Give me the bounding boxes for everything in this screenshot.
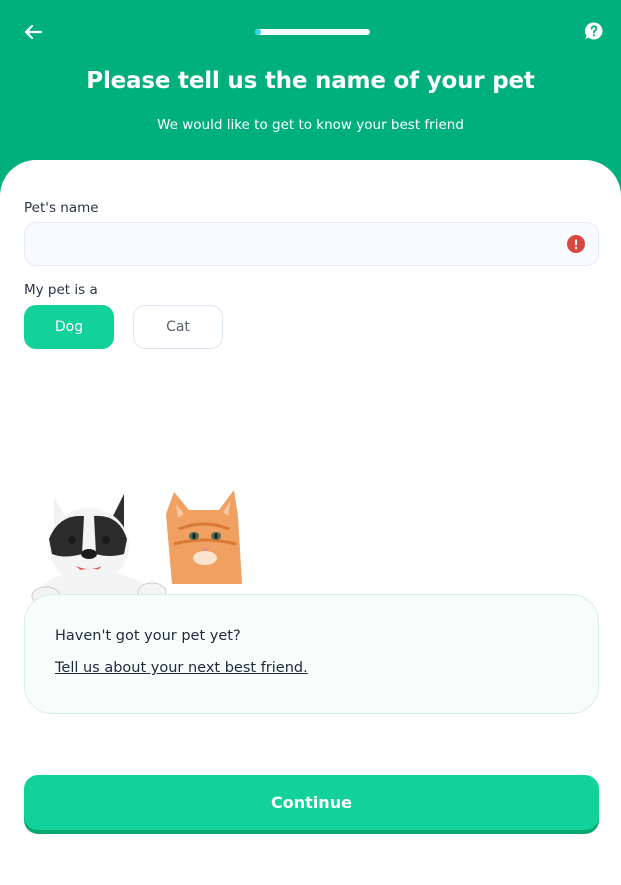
- promo-card: [24, 594, 599, 714]
- progress-fill: [255, 29, 261, 35]
- promo-question: Haven't got your pet yet?: [55, 628, 241, 644]
- next-best-friend-link[interactable]: Tell us about your next best friend.: [55, 660, 308, 676]
- page-subtitle: We would like to get to know your best f…: [157, 117, 464, 133]
- pet-name-label: Pet's name: [24, 200, 99, 216]
- error-icon: [567, 235, 585, 253]
- pet-type-cat-button[interactable]: Cat: [133, 305, 223, 349]
- continue-button[interactable]: Continue: [24, 775, 599, 830]
- pet-type-label: My pet is a: [24, 282, 98, 298]
- back-button[interactable]: [20, 20, 46, 44]
- page-title: Please tell us the name of your pet: [86, 68, 535, 94]
- pet-type-dog-button[interactable]: Dog: [24, 305, 114, 349]
- progress-bar: [255, 29, 370, 35]
- help-bubble-icon: [585, 22, 603, 40]
- arrow-left-icon: [24, 24, 43, 40]
- pet-name-input[interactable]: [24, 222, 599, 266]
- help-button[interactable]: [584, 21, 604, 41]
